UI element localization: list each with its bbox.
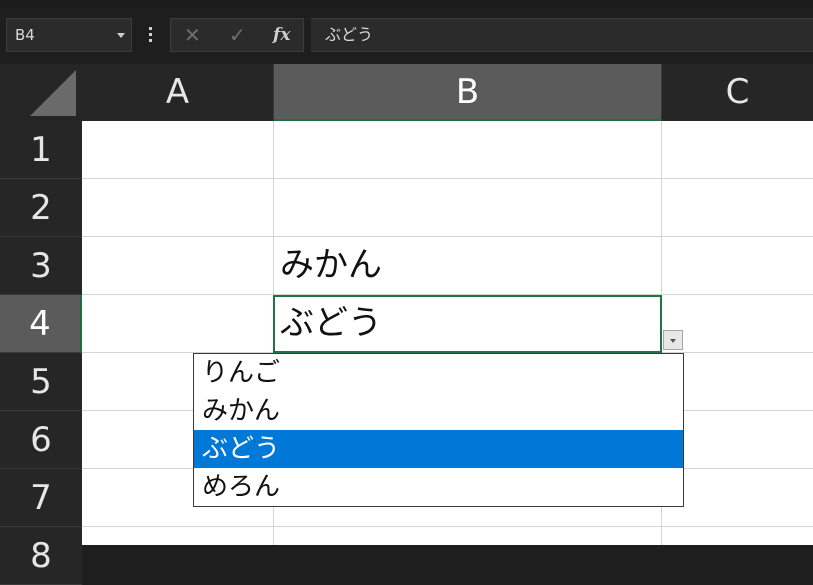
dropdown-option[interactable]: りんご (194, 354, 683, 392)
select-all-triangle-icon (30, 70, 76, 116)
active-cell-border (273, 295, 662, 353)
insert-function-icon[interactable]: fx (273, 19, 290, 51)
dropdown-arrow-button[interactable] (663, 330, 683, 350)
row-header-4[interactable]: 4 (0, 295, 82, 353)
row-header-7[interactable]: 7 (0, 469, 82, 527)
formula-input[interactable]: ぶどう (311, 18, 813, 52)
formula-bar: B4 ✕ ✓ fx ぶどう (0, 7, 813, 64)
validation-dropdown-list: りんご みかん ぶどう めろん (193, 353, 684, 507)
row-header-6[interactable]: 6 (0, 411, 82, 469)
row-header-1[interactable]: 1 (0, 121, 82, 179)
column-header-c[interactable]: C (662, 64, 813, 121)
dropdown-option-selected[interactable]: ぶどう (194, 430, 683, 468)
gridline (82, 526, 813, 527)
dropdown-option[interactable]: みかん (194, 392, 683, 430)
enter-icon[interactable]: ✓ (229, 19, 246, 51)
name-box-value: B4 (15, 26, 35, 44)
name-box[interactable]: B4 (6, 18, 132, 52)
cancel-icon[interactable]: ✕ (184, 19, 201, 51)
formula-buttons: ✕ ✓ fx (170, 18, 304, 52)
name-box-dropdown-icon[interactable] (117, 33, 125, 38)
row-header-3[interactable]: 3 (0, 237, 82, 295)
row-header-8[interactable]: 8 (0, 527, 82, 585)
chevron-down-icon (670, 339, 676, 343)
gridline (82, 178, 813, 179)
row-header-5[interactable]: 5 (0, 353, 82, 411)
select-all-button[interactable] (0, 64, 82, 121)
column-header-b[interactable]: B (274, 64, 662, 121)
window-top-strip (0, 0, 813, 7)
gridline (82, 236, 813, 237)
row-header-2[interactable]: 2 (0, 179, 82, 237)
cell-b3[interactable]: みかん (280, 237, 382, 293)
more-options-icon[interactable] (149, 27, 153, 43)
dropdown-option[interactable]: めろん (194, 468, 683, 506)
column-header-a[interactable]: A (82, 64, 274, 121)
